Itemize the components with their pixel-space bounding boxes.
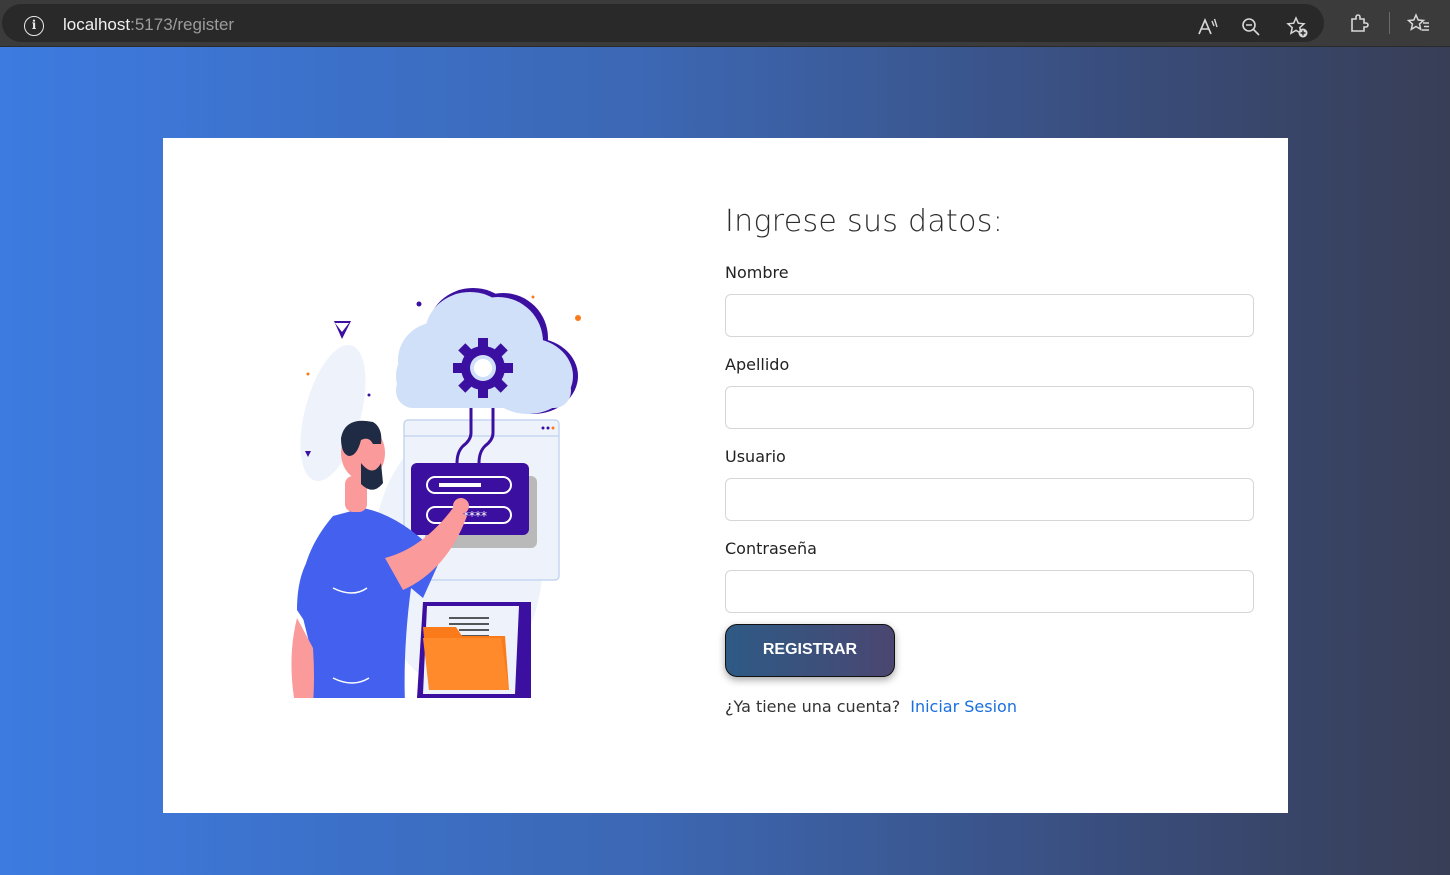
login-link[interactable]: Iniciar Sesion [910,697,1017,716]
contrasena-label: Contraseña [725,539,817,558]
read-aloud-icon[interactable] [1194,14,1220,40]
login-prompt-row: ¿Ya tiene una cuenta? Iniciar Sesion [725,697,1255,716]
favorites-icon[interactable] [1406,10,1432,36]
contrasena-input[interactable] [725,570,1254,613]
address-bar[interactable]: i localhost:5173/register [2,4,1324,42]
usuario-label: Usuario [725,447,786,466]
info-icon[interactable]: i [24,16,44,36]
login-prompt-text: ¿Ya tiene una cuenta? [725,697,901,716]
register-card: ****** Ingrese sus datos: Nombre Apellid… [163,138,1288,813]
toolbar-divider [1389,12,1390,34]
url-text[interactable]: localhost:5173/register [63,15,234,35]
favorite-add-icon[interactable] [1284,14,1310,40]
page-background: ****** Ingrese sus datos: Nombre Apellid… [0,47,1450,875]
nombre-input[interactable] [725,294,1254,337]
zoom-out-icon[interactable] [1238,14,1264,40]
url-path: :5173/register [130,15,235,34]
usuario-input[interactable] [725,478,1254,521]
nombre-label: Nombre [725,263,789,282]
apellido-label: Apellido [725,355,790,374]
browser-toolbar: i localhost:5173/register [0,0,1450,47]
register-illustration: ****** [291,288,581,698]
form-title: Ingrese sus datos: [725,204,1004,239]
apellido-input[interactable] [725,386,1254,429]
register-button[interactable]: REGISTRAR [725,624,895,677]
register-form: Ingrese sus datos: Nombre Apellido Usuar… [725,204,1255,716]
extensions-icon[interactable] [1346,10,1372,36]
url-host: localhost [63,15,131,34]
